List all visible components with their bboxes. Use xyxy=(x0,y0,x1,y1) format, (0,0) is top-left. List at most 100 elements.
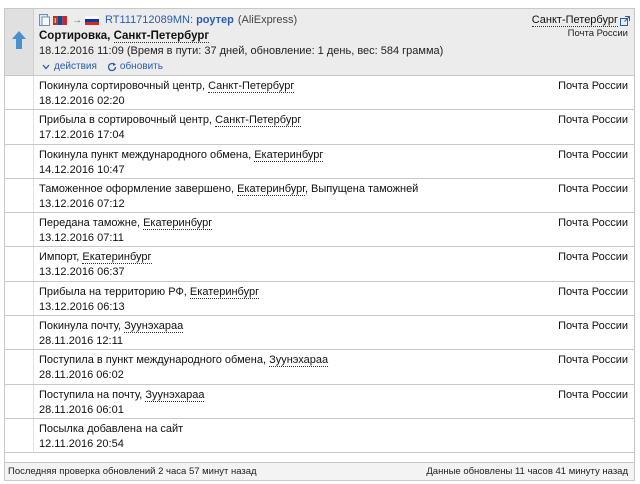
event-time: 17.12.2016 17:04 xyxy=(39,129,125,142)
row-gutter xyxy=(5,350,34,384)
status-footer: Последняя проверка обновлений 2 часа 57 … xyxy=(5,462,634,480)
row-gutter xyxy=(5,418,34,453)
row-gutter xyxy=(5,316,34,350)
parcel-actions: действия обновить xyxy=(42,61,173,72)
event-description: Посылка добавлена на сайт xyxy=(39,423,183,435)
event-text: Прибыла на территорию РФ, xyxy=(39,285,190,298)
event-time: 13.12.2016 06:13 xyxy=(39,300,125,313)
event-description: Прибыла в сортировочный центр, Санкт-Пет… xyxy=(39,114,302,128)
event-suffix: , Выпущена таможней xyxy=(304,182,419,195)
list-item: Прибыла в сортировочный центр, Санкт-Пет… xyxy=(5,110,634,145)
actions-menu[interactable]: действия xyxy=(42,61,97,72)
event-description: Покинула пункт международного обмена, Ек… xyxy=(39,148,324,162)
event-time: 28.11.2016 06:02 xyxy=(39,369,124,382)
row-gutter xyxy=(5,213,34,247)
mongolia-flag-icon xyxy=(53,15,67,25)
event-description: Прибыла на территорию РФ, Екатеринбург xyxy=(39,285,260,299)
list-item: Покинула пункт международного обмена, Ек… xyxy=(5,144,634,179)
event-description: Покинула почту, Зуунэхараа xyxy=(39,320,184,334)
list-item: Таможенное оформление завершено, Екатери… xyxy=(5,178,634,214)
shop-name: (AliExpress) xyxy=(237,14,298,26)
event-carrier: Почта России xyxy=(558,217,628,230)
event-place-link[interactable]: Санкт-Петербург xyxy=(215,114,302,128)
parcel-meta: 18.12.2016 11:09 (Время в пути: 37 дней,… xyxy=(39,45,444,57)
track-number-link[interactable]: RT111712089MN: xyxy=(105,14,193,26)
list-item: Покинула сортировочный центр, Санкт-Пете… xyxy=(5,76,634,111)
event-text: Покинула сортировочный центр, xyxy=(39,80,209,92)
row-gutter xyxy=(5,144,34,178)
row-gutter xyxy=(5,110,34,144)
event-time: 13.12.2016 07:12 xyxy=(39,197,125,210)
event-text: Покинула пункт международного обмена, xyxy=(39,148,255,161)
event-description: Передана таможне, Екатеринбург xyxy=(39,217,213,231)
route-arrow-icon: → xyxy=(72,14,82,26)
event-text: Поступила в пункт международного обмена, xyxy=(39,354,270,367)
event-text: Посылка добавлена на сайт xyxy=(39,422,184,435)
event-text: Прибыла в сортировочный центр, xyxy=(39,114,216,127)
event-place-link[interactable]: Санкт-Петербург xyxy=(208,80,295,93)
event-carrier: Почта России xyxy=(558,354,628,367)
event-description: Поступила в пункт международного обмена,… xyxy=(39,354,329,368)
refresh-label: обновить xyxy=(119,61,163,72)
refresh-button[interactable]: обновить xyxy=(107,61,163,72)
list-item: Прибыла на территорию РФ, Екатеринбург 13… xyxy=(5,281,634,317)
event-place-link[interactable]: Екатеринбург xyxy=(143,217,213,231)
row-gutter xyxy=(5,76,34,110)
list-item: Посылка добавлена на сайт 12.11.2016 20:5… xyxy=(5,418,634,454)
event-text: Импорт, xyxy=(39,251,83,264)
event-text: Таможенное оформление завершено, xyxy=(39,182,238,195)
event-place-link[interactable]: Екатеринбург xyxy=(254,148,324,162)
event-place-link[interactable]: Зуунэхараа xyxy=(269,354,329,368)
destination-city: Санкт-Петербург xyxy=(531,14,630,27)
event-time: 18.12.2016 02:20 xyxy=(39,95,125,107)
list-item: Передана таможне, Екатеринбург 13.12.2016… xyxy=(5,213,634,248)
event-carrier: Почта России xyxy=(558,182,628,195)
event-carrier: Почта России xyxy=(558,80,628,92)
tracking-panel: → RT111712089MN: роутер (AliExpress) Сор… xyxy=(4,8,635,481)
data-updated-text: Данные обновлены 11 часов 41 минуту наза… xyxy=(426,466,628,477)
refresh-icon xyxy=(107,62,117,71)
current-status: Сортировка, Санкт-Петербург xyxy=(39,30,210,43)
event-time: 28.11.2016 06:01 xyxy=(39,403,124,416)
event-description: Таможенное оформление завершено, Екатери… xyxy=(39,182,419,196)
list-item: Покинула почту, Зуунэхараа 28.11.2016 12:… xyxy=(5,316,634,351)
row-gutter xyxy=(5,281,34,316)
event-text: Поступила на почту, xyxy=(39,388,146,401)
event-time: 28.11.2016 12:11 xyxy=(39,335,124,348)
up-arrow-icon[interactable] xyxy=(12,31,26,49)
destination-city-link[interactable]: Санкт-Петербург xyxy=(531,14,618,27)
event-place-link[interactable]: Зуунэхараа xyxy=(145,388,205,402)
parcel-title-line: → RT111712089MN: роутер (AliExpress) xyxy=(39,13,297,27)
current-status-city[interactable]: Санкт-Петербург xyxy=(113,30,210,43)
event-carrier: Почта России xyxy=(558,320,628,333)
row-gutter xyxy=(5,178,34,213)
last-check-text: Последняя проверка обновлений 2 часа 57 … xyxy=(8,466,257,477)
event-place-link[interactable]: Екатеринбург xyxy=(189,285,260,299)
event-carrier: Почта России xyxy=(558,251,628,264)
event-carrier: Почта России xyxy=(558,148,628,161)
event-carrier: Почта России xyxy=(558,388,628,401)
document-icon xyxy=(39,14,50,26)
event-text: Передана таможне, xyxy=(39,217,144,230)
event-place-link[interactable]: Екатеринбург xyxy=(237,182,305,196)
event-place-link[interactable]: Екатеринбург xyxy=(82,251,152,265)
collapse-column[interactable] xyxy=(5,9,34,75)
event-carrier: Почта России xyxy=(558,114,628,127)
header-carrier: Почта России xyxy=(567,28,628,39)
list-item: Импорт, Екатеринбург 13.12.2016 06:37 Почт… xyxy=(5,247,634,282)
event-description: Поступила на почту, Зуунэхараа xyxy=(39,388,205,402)
actions-label: действия xyxy=(54,61,97,72)
event-time: 14.12.2016 10:47 xyxy=(39,163,125,176)
russia-flag-icon xyxy=(85,15,99,25)
event-time: 13.12.2016 06:37 xyxy=(39,266,125,279)
current-status-label: Сортировка, xyxy=(39,30,114,42)
item-name[interactable]: роутер xyxy=(196,14,234,26)
event-description: Покинула сортировочный центр, Санкт-Пете… xyxy=(39,80,295,93)
external-link-icon[interactable] xyxy=(620,15,630,26)
event-text: Покинула почту, xyxy=(39,320,125,333)
list-item: Поступила на почту, Зуунэхараа 28.11.2016… xyxy=(5,384,634,419)
event-time: 13.12.2016 07:11 xyxy=(39,232,124,245)
event-place-link[interactable]: Зуунэхараа xyxy=(124,320,184,334)
parcel-header: → RT111712089MN: роутер (AliExpress) Сор… xyxy=(5,9,634,76)
row-gutter xyxy=(5,247,34,281)
